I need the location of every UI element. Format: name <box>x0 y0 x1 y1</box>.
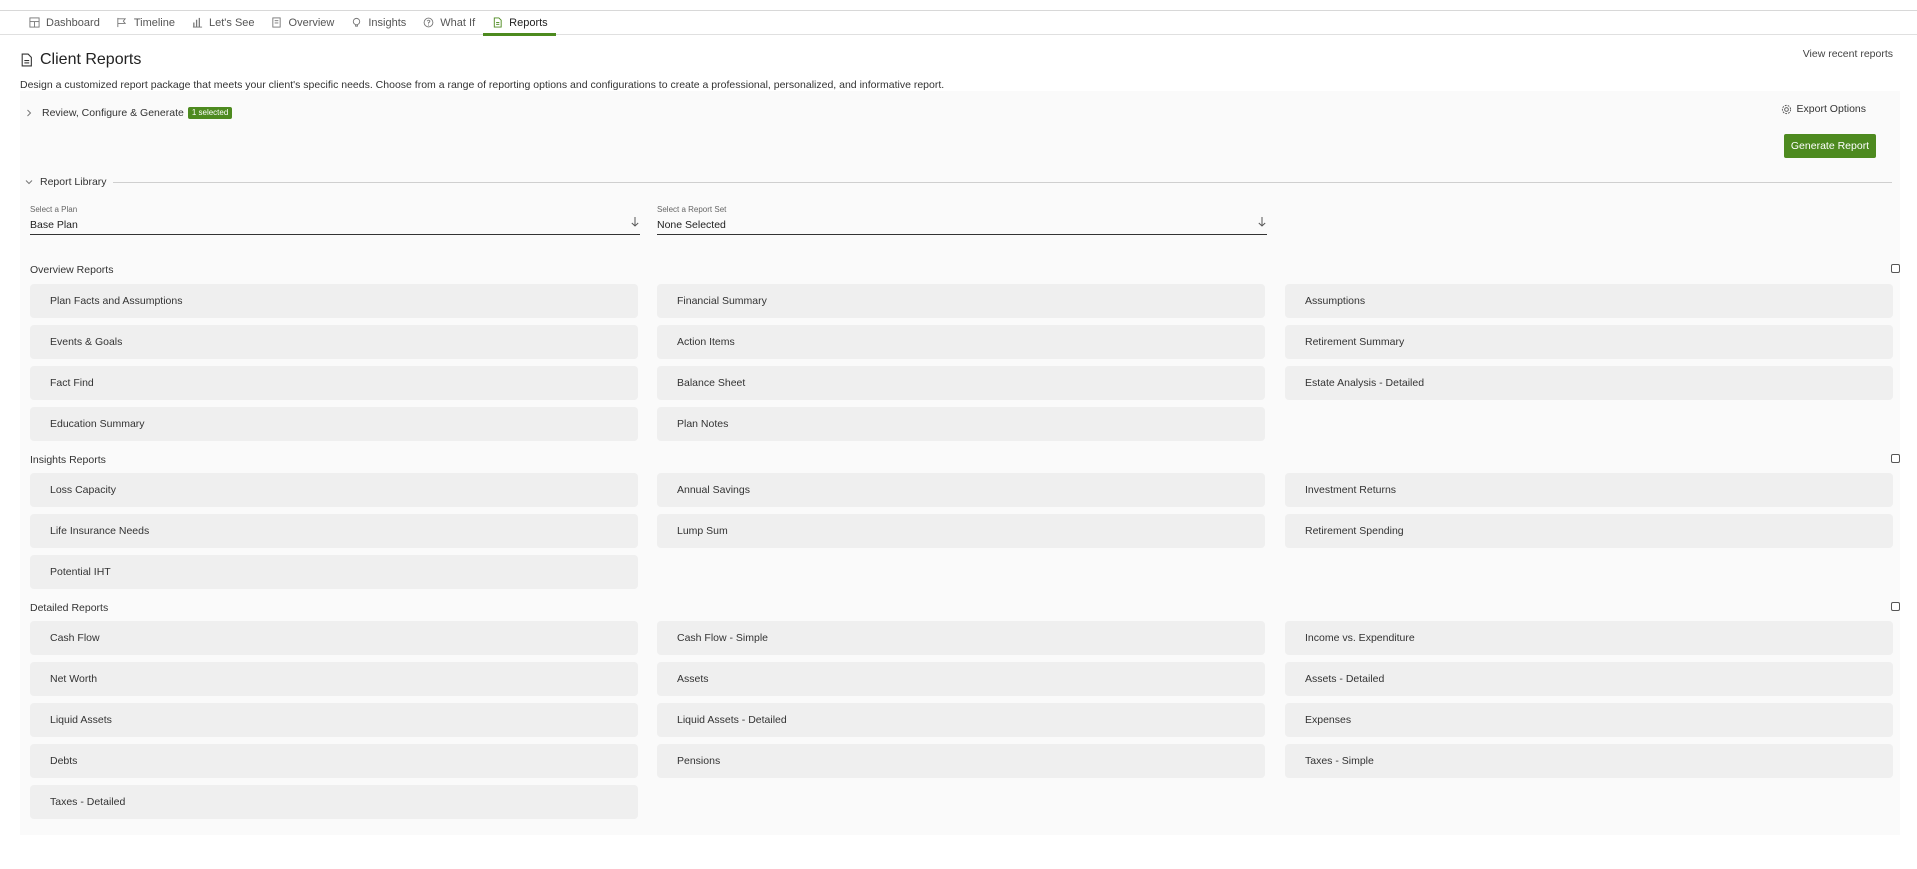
tab-dashboard[interactable]: Dashboard <box>20 11 108 35</box>
chevron-down-icon <box>24 177 34 187</box>
report-card-annual-savings[interactable]: Annual Savings <box>657 473 1265 507</box>
report-card-assets[interactable]: Assets <box>657 662 1265 696</box>
flag-icon <box>116 17 128 29</box>
report-card-plan-notes[interactable]: Plan Notes <box>657 407 1265 441</box>
main-nav: Dashboard Timeline Let's See Overview In… <box>0 11 1917 36</box>
report-card-loss-capacity[interactable]: Loss Capacity <box>30 473 638 507</box>
view-recent-reports-link[interactable]: View recent reports <box>1803 48 1893 60</box>
report-card-taxes-detailed[interactable]: Taxes - Detailed <box>30 785 638 819</box>
bar-chart-icon <box>191 17 203 29</box>
page-title-text: Client Reports <box>40 51 142 68</box>
arrow-down-icon <box>1257 215 1267 227</box>
detailed-reports-title: Detailed Reports <box>30 602 109 614</box>
review-configure-toggle[interactable]: Review, Configure & Generate 1 selected <box>24 107 233 119</box>
tab-label: Reports <box>509 16 548 29</box>
tab-label: Dashboard <box>46 16 100 29</box>
tab-label: What If <box>440 16 476 29</box>
gear-icon <box>1781 104 1792 115</box>
tab-label: Let's See <box>209 16 255 29</box>
page-description: Design a customized report package that … <box>20 79 945 91</box>
report-card-balance-sheet[interactable]: Balance Sheet <box>657 366 1265 400</box>
dashboard-icon <box>28 17 40 29</box>
report-card-life-insurance[interactable]: Life Insurance Needs <box>30 514 638 548</box>
report-panel: Review, Configure & Generate 1 selected … <box>20 91 1900 835</box>
tab-what-if[interactable]: What If <box>414 11 483 35</box>
report-card-fact-find[interactable]: Fact Find <box>30 366 638 400</box>
report-icon <box>491 17 503 29</box>
report-card-net-worth[interactable]: Net Worth <box>30 662 638 696</box>
report-card-estate-analysis[interactable]: Estate Analysis - Detailed <box>1285 366 1893 400</box>
export-options-button[interactable]: Export Options <box>1781 103 1866 115</box>
report-card-plan-facts[interactable]: Plan Facts and Assumptions <box>30 284 638 318</box>
insights-reports-title: Insights Reports <box>30 454 106 466</box>
report-library-toggle[interactable]: Report Library <box>24 175 1892 189</box>
report-icon <box>20 53 34 67</box>
report-card-cash-flow-simple[interactable]: Cash Flow - Simple <box>657 621 1265 655</box>
report-library-title: Report Library <box>40 176 107 188</box>
report-card-potential-iht[interactable]: Potential IHT <box>30 555 638 589</box>
tab-lets-see[interactable]: Let's See <box>183 11 263 35</box>
report-card-expenses[interactable]: Expenses <box>1285 703 1893 737</box>
report-card-investment-returns[interactable]: Investment Returns <box>1285 473 1893 507</box>
tab-timeline[interactable]: Timeline <box>108 11 183 35</box>
tab-overview[interactable]: Overview <box>263 11 343 35</box>
report-card-education-summary[interactable]: Education Summary <box>30 407 638 441</box>
plan-select-value: Base Plan <box>30 219 78 231</box>
chevron-right-icon <box>24 108 34 118</box>
document-icon <box>271 17 283 29</box>
report-set-select-label: Select a Report Set <box>657 205 727 214</box>
report-card-assets-detailed[interactable]: Assets - Detailed <box>1285 662 1893 696</box>
plan-select[interactable]: Select a Plan Base Plan <box>30 205 640 235</box>
plan-select-label: Select a Plan <box>30 205 78 214</box>
report-card-lump-sum[interactable]: Lump Sum <box>657 514 1265 548</box>
report-card-liquid-assets[interactable]: Liquid Assets <box>30 703 638 737</box>
top-strip <box>0 0 1917 11</box>
arrow-down-icon <box>630 215 640 227</box>
review-label: Review, Configure & Generate <box>42 107 184 119</box>
report-card-events-goals[interactable]: Events & Goals <box>30 325 638 359</box>
report-card-taxes-simple[interactable]: Taxes - Simple <box>1285 744 1893 778</box>
report-card-pensions[interactable]: Pensions <box>657 744 1265 778</box>
report-card-liquid-assets-detailed[interactable]: Liquid Assets - Detailed <box>657 703 1265 737</box>
overview-reports-title: Overview Reports <box>30 264 114 276</box>
generate-report-button[interactable]: Generate Report <box>1784 134 1876 158</box>
detailed-select-all-checkbox[interactable] <box>1891 602 1900 611</box>
question-icon <box>422 17 434 29</box>
page-title: Client Reports <box>20 51 141 69</box>
report-set-select[interactable]: Select a Report Set None Selected <box>657 205 1267 235</box>
report-card-financial-summary[interactable]: Financial Summary <box>657 284 1265 318</box>
report-card-action-items[interactable]: Action Items <box>657 325 1265 359</box>
report-card-cash-flow[interactable]: Cash Flow <box>30 621 638 655</box>
overview-select-all-checkbox[interactable] <box>1891 264 1900 273</box>
report-card-retirement-spending[interactable]: Retirement Spending <box>1285 514 1893 548</box>
tab-label: Timeline <box>133 16 175 29</box>
report-card-retirement-summary[interactable]: Retirement Summary <box>1285 325 1893 359</box>
insights-select-all-checkbox[interactable] <box>1891 454 1900 463</box>
report-card-debts[interactable]: Debts <box>30 744 638 778</box>
tab-reports[interactable]: Reports <box>483 11 556 36</box>
export-options-label: Export Options <box>1796 103 1866 115</box>
tab-insights[interactable]: Insights <box>342 11 414 35</box>
report-card-assumptions[interactable]: Assumptions <box>1285 284 1893 318</box>
selected-count-badge: 1 selected <box>187 107 233 119</box>
lightbulb-icon <box>350 17 362 29</box>
divider <box>112 181 1892 183</box>
tab-label: Insights <box>368 16 407 29</box>
tab-label: Overview <box>288 16 335 29</box>
report-set-select-value: None Selected <box>657 219 726 231</box>
report-card-income-vs-expenditure[interactable]: Income vs. Expenditure <box>1285 621 1893 655</box>
